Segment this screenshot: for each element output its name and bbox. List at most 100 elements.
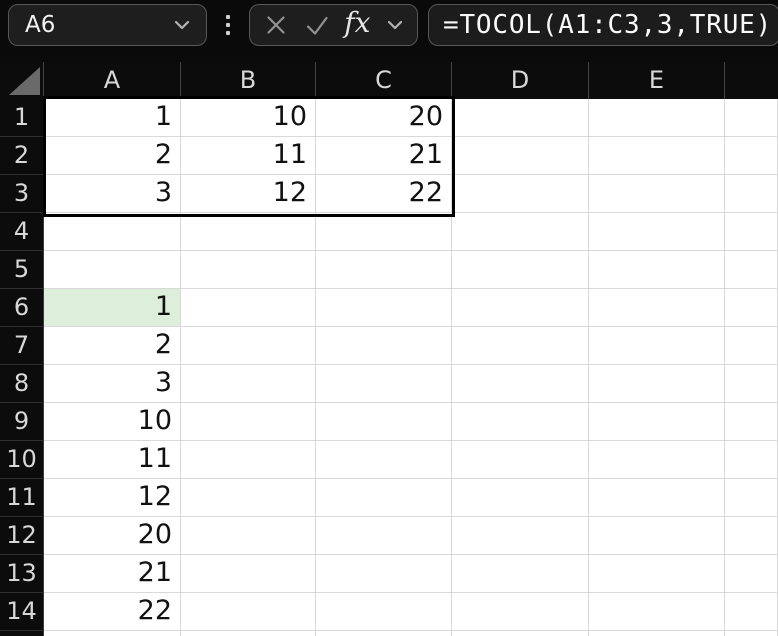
cell-C9[interactable] — [316, 403, 452, 441]
cell-A4[interactable] — [44, 213, 181, 251]
chevron-down-icon[interactable] — [385, 15, 405, 35]
cell-C13[interactable] — [316, 555, 452, 593]
cell-B14[interactable] — [181, 593, 316, 631]
row-header-5[interactable]: 5 — [0, 251, 44, 289]
cell-E13[interactable] — [589, 555, 725, 593]
cell-E4[interactable] — [589, 213, 725, 251]
cell-E3[interactable] — [589, 175, 725, 213]
cell-E6[interactable] — [589, 289, 725, 327]
row-header-6[interactable]: 6 — [0, 289, 44, 327]
cell-C4[interactable] — [316, 213, 452, 251]
cell-A2[interactable]: 2 — [44, 137, 181, 175]
cell-E10[interactable] — [589, 441, 725, 479]
cell-B13[interactable] — [181, 555, 316, 593]
cell-F15[interactable] — [725, 631, 778, 636]
cell-E14[interactable] — [589, 593, 725, 631]
row-header-1[interactable]: 1 — [0, 99, 44, 137]
row-header-3[interactable]: 3 — [0, 175, 44, 213]
row-header-14[interactable]: 14 — [0, 593, 44, 631]
cell-C11[interactable] — [316, 479, 452, 517]
cell-A12[interactable]: 20 — [44, 517, 181, 555]
cell-A7[interactable]: 2 — [44, 327, 181, 365]
cell-C8[interactable] — [316, 365, 452, 403]
cell-D13[interactable] — [452, 555, 589, 593]
formula-input[interactable]: =TOCOL(A1:C3,3,TRUE) — [428, 4, 778, 46]
cell-C14[interactable] — [316, 593, 452, 631]
cell-B6[interactable] — [181, 289, 316, 327]
cell-E1[interactable] — [589, 99, 725, 137]
cell-F2[interactable] — [725, 137, 778, 175]
enter-check-icon[interactable] — [304, 12, 330, 38]
cell-E9[interactable] — [589, 403, 725, 441]
cell-F1[interactable] — [725, 99, 778, 137]
row-header-8[interactable]: 8 — [0, 365, 44, 403]
cell-D3[interactable] — [452, 175, 589, 213]
cell-A13[interactable]: 21 — [44, 555, 181, 593]
row-header-9[interactable]: 9 — [0, 403, 44, 441]
row-header-11[interactable]: 11 — [0, 479, 44, 517]
cell-F9[interactable] — [725, 403, 778, 441]
cell-E5[interactable] — [589, 251, 725, 289]
cell-B11[interactable] — [181, 479, 316, 517]
cell-A11[interactable]: 12 — [44, 479, 181, 517]
cell-D10[interactable] — [452, 441, 589, 479]
cell-D14[interactable] — [452, 593, 589, 631]
cell-C7[interactable] — [316, 327, 452, 365]
cell-B2[interactable]: 11 — [181, 137, 316, 175]
select-all-button[interactable] — [0, 62, 44, 99]
cell-C5[interactable] — [316, 251, 452, 289]
insert-function-fx-icon[interactable]: fx — [344, 9, 370, 41]
column-header-A[interactable]: A — [44, 62, 181, 99]
cell-F13[interactable] — [725, 555, 778, 593]
cell-B9[interactable] — [181, 403, 316, 441]
cell-D1[interactable] — [452, 99, 589, 137]
cell-B15[interactable] — [181, 631, 316, 636]
cell-D5[interactable] — [452, 251, 589, 289]
cell-C3[interactable]: 22 — [316, 175, 452, 213]
cell-B12[interactable] — [181, 517, 316, 555]
cell-D15[interactable] — [452, 631, 589, 636]
cell-B5[interactable] — [181, 251, 316, 289]
cell-F5[interactable] — [725, 251, 778, 289]
cell-A6[interactable]: 1 — [44, 289, 181, 327]
row-header-7[interactable]: 7 — [0, 327, 44, 365]
row-header-12[interactable]: 12 — [0, 517, 44, 555]
cell-F11[interactable] — [725, 479, 778, 517]
cell-B7[interactable] — [181, 327, 316, 365]
column-header-E[interactable]: E — [589, 62, 725, 99]
cell-C6[interactable] — [316, 289, 452, 327]
cell-A15[interactable] — [44, 631, 181, 636]
cancel-x-icon[interactable] — [263, 12, 289, 38]
formula-bar-drag-handle[interactable] — [223, 15, 233, 35]
cell-D11[interactable] — [452, 479, 589, 517]
cell-D8[interactable] — [452, 365, 589, 403]
cell-B3[interactable]: 12 — [181, 175, 316, 213]
column-header-C[interactable]: C — [316, 62, 452, 99]
cell-C12[interactable] — [316, 517, 452, 555]
cell-E11[interactable] — [589, 479, 725, 517]
cell-B10[interactable] — [181, 441, 316, 479]
column-header-D[interactable]: D — [452, 62, 589, 99]
cell-F8[interactable] — [725, 365, 778, 403]
cell-A5[interactable] — [44, 251, 181, 289]
cell-D2[interactable] — [452, 137, 589, 175]
cell-B1[interactable]: 10 — [181, 99, 316, 137]
cell-C15[interactable] — [316, 631, 452, 636]
cell-B4[interactable] — [181, 213, 316, 251]
cell-F12[interactable] — [725, 517, 778, 555]
cell-A14[interactable]: 22 — [44, 593, 181, 631]
column-header-B[interactable]: B — [181, 62, 316, 99]
row-header-15-partial[interactable] — [0, 631, 44, 636]
row-header-4[interactable]: 4 — [0, 213, 44, 251]
cell-D6[interactable] — [452, 289, 589, 327]
cell-F14[interactable] — [725, 593, 778, 631]
cell-B8[interactable] — [181, 365, 316, 403]
cell-A8[interactable]: 3 — [44, 365, 181, 403]
row-header-10[interactable]: 10 — [0, 441, 44, 479]
cell-A3[interactable]: 3 — [44, 175, 181, 213]
column-header-partial[interactable] — [725, 62, 778, 99]
cell-C10[interactable] — [316, 441, 452, 479]
cell-F7[interactable] — [725, 327, 778, 365]
cell-D4[interactable] — [452, 213, 589, 251]
cell-D7[interactable] — [452, 327, 589, 365]
